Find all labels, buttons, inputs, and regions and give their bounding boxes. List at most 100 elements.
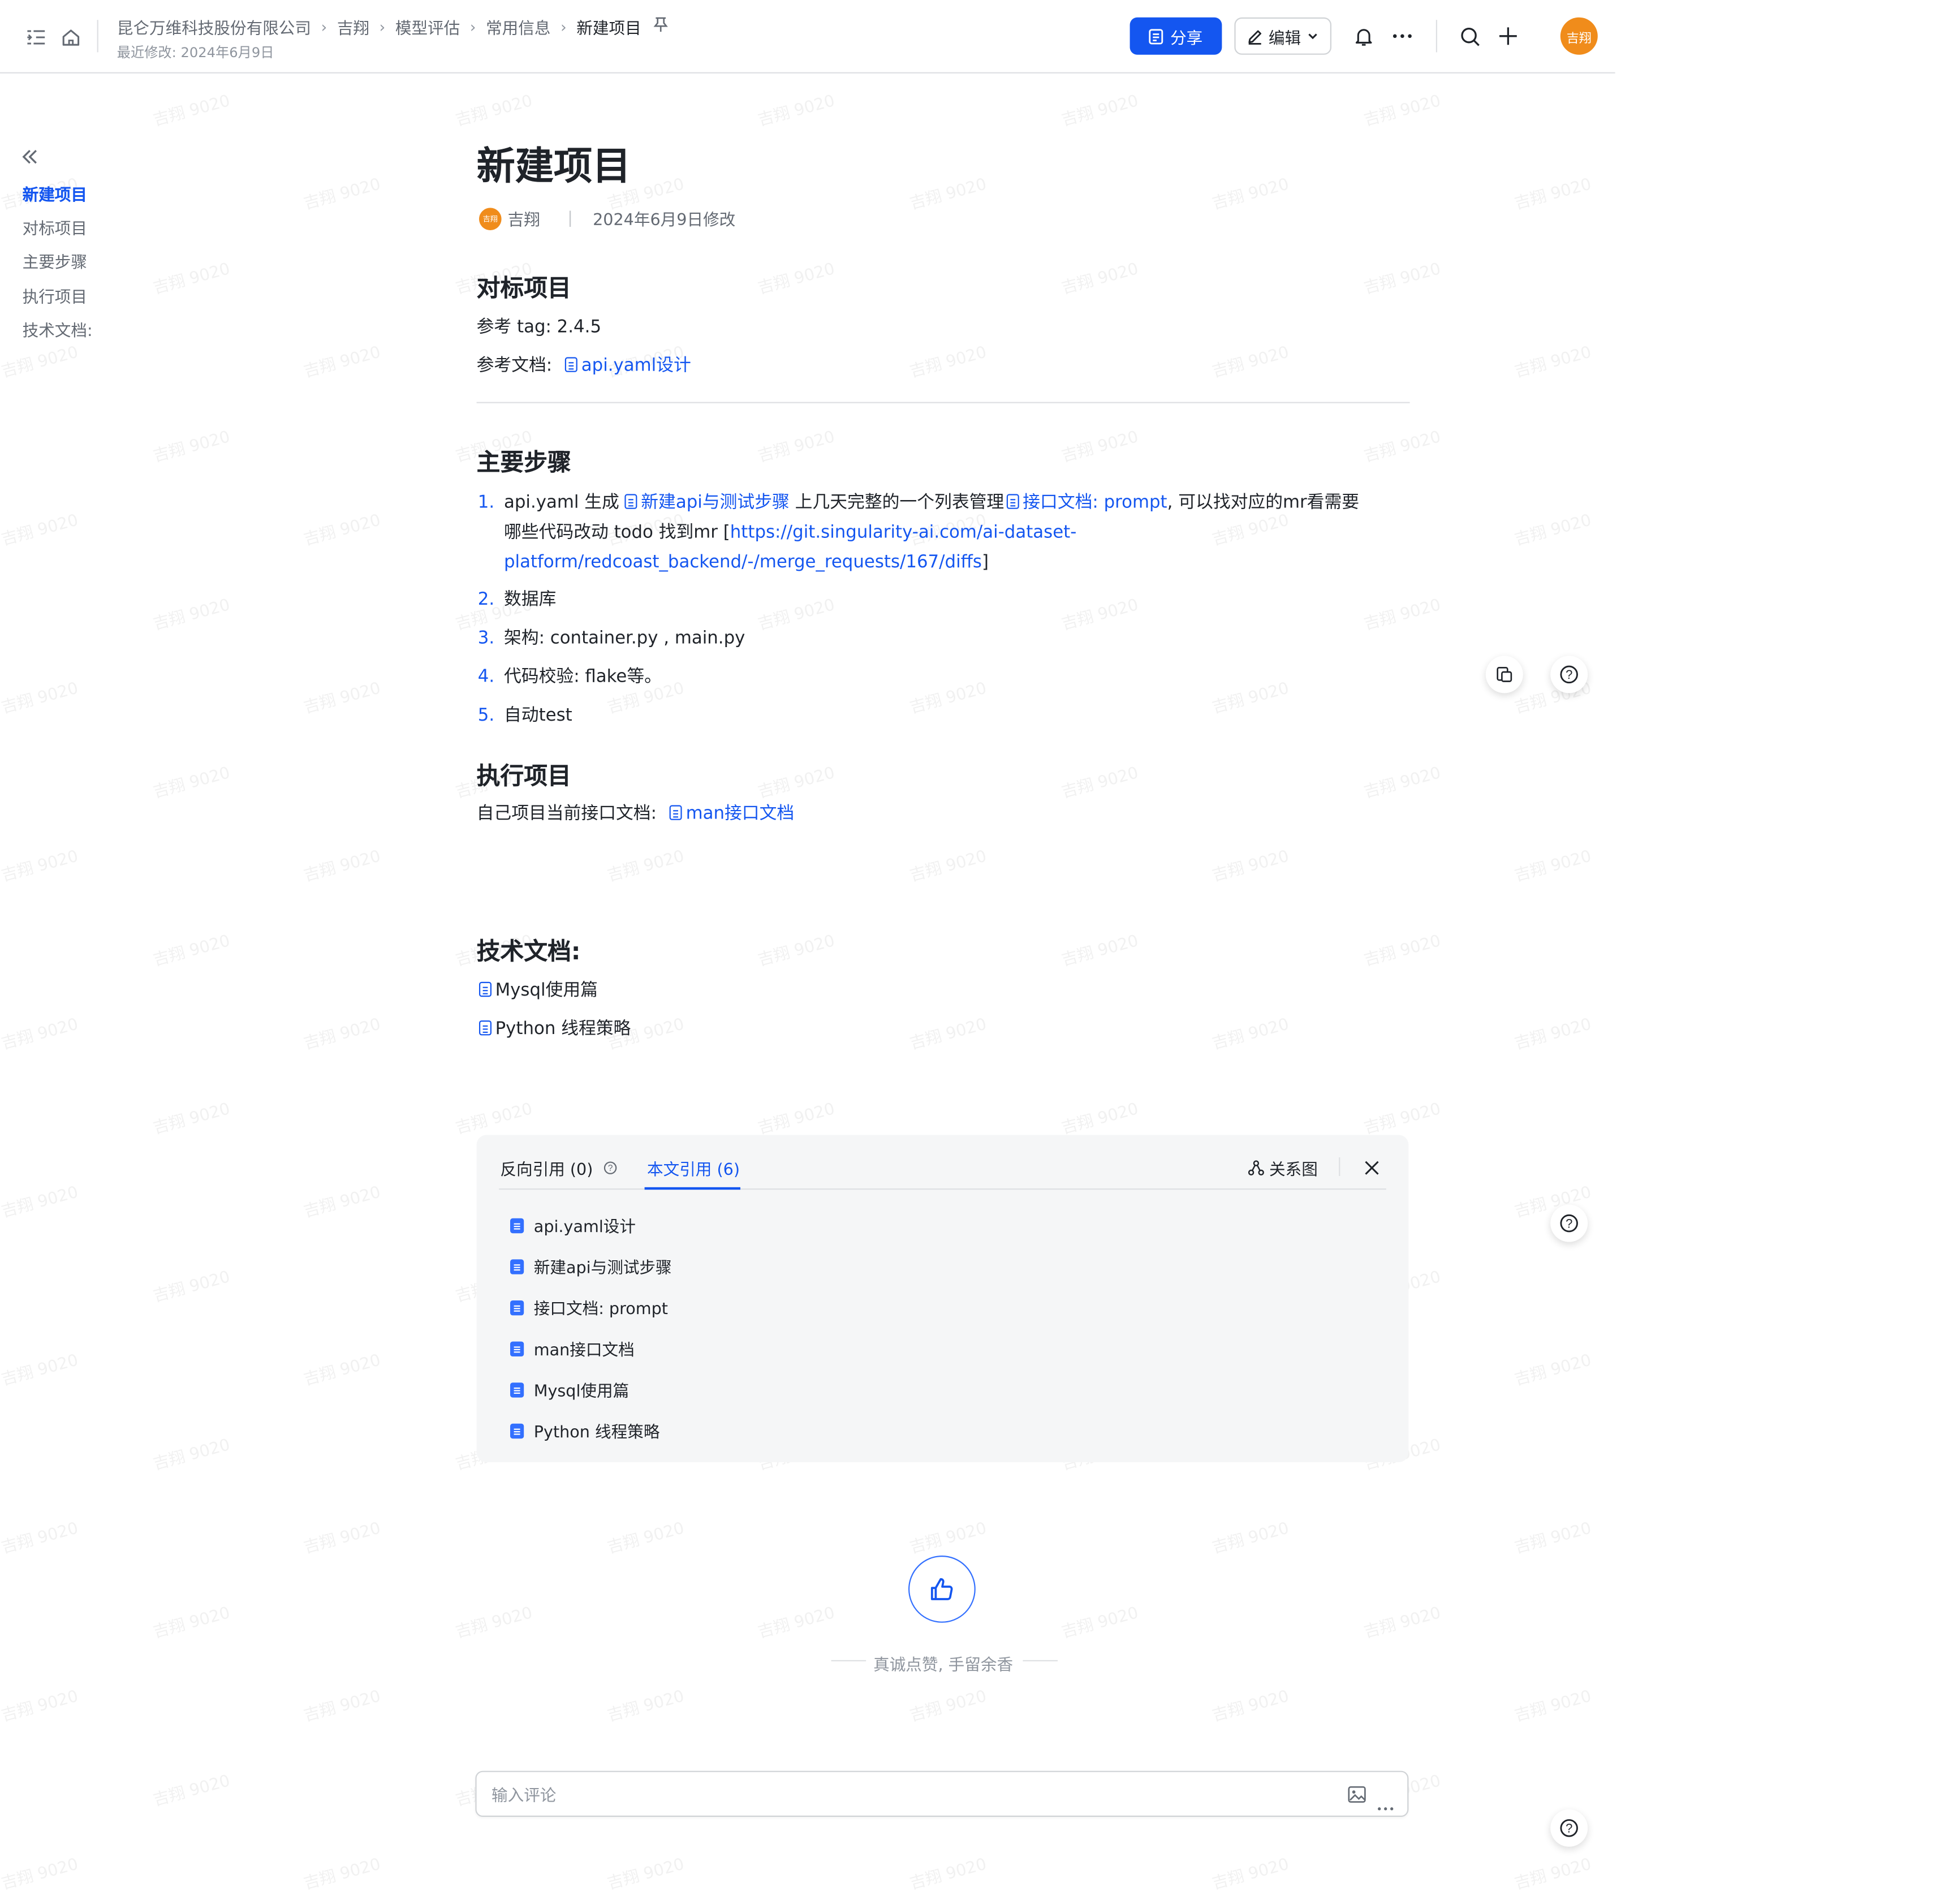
mr-url-link-cont[interactable]: platform/redcoast_backend/-/merge_reques… [504,553,982,572]
doc-icon [669,805,682,820]
page: 吉翔 9020 吉翔 9020 吉翔 9020 吉翔 9020 吉翔 9020 吉翔 90… [0,0,1940,1904]
doc-link-man-api[interactable]: man接口文档 [669,804,794,824]
ref-label: man接口文档 [533,1341,635,1360]
outline-toggle-icon[interactable] [23,24,50,51]
list-item[interactable]: 接口文档: prompt [510,1295,668,1319]
toc-item-exec[interactable]: 执行项目 [23,284,87,307]
copy-link-icon[interactable] [1485,656,1523,693]
step-text: ] [981,552,989,572]
doc-link-label: api.yaml设计 [581,356,691,376]
watermark-text: 吉翔 9020 [1512,511,1594,550]
ref-label: 新建api与测试步骤 [533,1259,672,1278]
watermark-text: 吉翔 9020 [0,1855,81,1894]
watermark-text: 吉翔 9020 [151,763,232,802]
doc-icon [1006,494,1019,509]
edit-button[interactable]: 编辑 [1234,17,1331,55]
chevron-right-icon: › [321,18,327,36]
author-avatar[interactable]: 吉翔 [479,207,502,230]
breadcrumb-item-subfolder[interactable]: 常用信息 [486,15,550,38]
references-panel: 反向引用 (0) ? 本文引用 (6) 关系图 api.yaml设计 新建api… [476,1135,1409,1462]
watermark-text: 吉翔 9020 [1362,91,1443,130]
help-icon[interactable]: ? [1550,1809,1588,1847]
watermark-text: 吉翔 9020 [756,1099,837,1138]
tab-backlinks[interactable]: 反向引用 (0) ? [500,1156,617,1180]
tab-outgoing-refs[interactable]: 本文引用 (6) [647,1156,740,1180]
doc-icon [510,1259,524,1274]
close-icon[interactable] [1364,1157,1380,1181]
svg-text:?: ? [1566,1216,1572,1230]
more-icon[interactable] [1377,1792,1394,1816]
breadcrumb-item-current: 新建项目 [576,20,641,39]
breadcrumb-item-space[interactable]: 吉翔 [337,15,369,38]
watermark-text: 吉翔 9020 [756,91,837,130]
divider [476,402,1410,403]
watermark-text: 吉翔 9020 [1210,1855,1291,1894]
list-item-text: 代码校验: flake等。 [504,667,662,687]
watermark-text: 吉翔 9020 [756,427,837,466]
ref-doc-label: 参考文档: [476,356,553,376]
doc-icon [510,1299,524,1315]
toc-item-steps[interactable]: 主要步骤 [23,249,87,273]
watermark-text: 吉翔 9020 [908,1015,989,1054]
comment-input[interactable] [489,1782,1316,1807]
relation-graph-button[interactable]: 关系图 [1248,1156,1318,1180]
doc-link-api-yaml[interactable]: api.yaml设计 [565,356,691,376]
tag-line: 参考 tag: 2.4.5 [477,315,601,340]
pin-icon[interactable] [654,16,669,37]
doc-icon [479,981,492,997]
toc-item-new-project[interactable]: 新建项目 [23,182,87,205]
breadcrumb-item-folder[interactable]: 模型评估 [395,15,460,38]
doc-icon [479,1020,492,1036]
doc-link-mysql[interactable]: Mysql使用篇 [479,978,598,1003]
mr-url-link[interactable]: https://git.singularity-ai.com/ai-datase… [730,523,1077,542]
edit-label: 编辑 [1268,29,1301,48]
toc-item-tech-docs[interactable]: 技术文档: [23,317,93,341]
help-icon[interactable]: ? [1550,656,1588,693]
watermark-text: 吉翔 9020 [1210,847,1291,886]
toc-item-benchmark[interactable]: 对标项目 [23,216,87,239]
like-button[interactable] [908,1556,976,1623]
doc-link-prompt[interactable]: 接口文档: prompt [1004,493,1167,512]
author-name[interactable]: 吉翔 [508,206,540,230]
home-icon[interactable] [57,24,84,51]
help-icon[interactable]: ? [603,1161,617,1175]
watermark-text: 吉翔 9020 [756,763,837,802]
svg-text:?: ? [607,1164,613,1173]
list-item[interactable]: 新建api与测试步骤 [510,1255,672,1278]
list-item[interactable]: Mysql使用篇 [510,1377,629,1401]
list-item[interactable]: api.yaml设计 [510,1213,636,1237]
graph-icon [1248,1160,1264,1176]
image-icon[interactable] [1348,1785,1366,1808]
doc-link-label: 接口文档: prompt [1023,493,1167,513]
share-button[interactable]: 分享 [1129,17,1222,55]
more-icon[interactable] [1389,23,1416,50]
watermark-text: 吉翔 9020 [0,679,81,718]
watermark-layer: 吉翔 9020 吉翔 9020 吉翔 9020 吉翔 9020 吉翔 9020 吉翔 90… [0,0,1940,1904]
collapse-toc-icon[interactable] [20,147,40,172]
plus-icon[interactable] [1494,23,1521,50]
doc-link-python[interactable]: Python 线程策略 [479,1016,631,1041]
watermark-text: 吉翔 9020 [1512,175,1594,214]
list-item[interactable]: man接口文档 [510,1337,635,1360]
help-icon[interactable]: ? [1550,1204,1588,1242]
watermark-text: 吉翔 9020 [1059,1603,1141,1642]
thumbs-up-icon [930,1578,953,1600]
watermark-text: 吉翔 9020 [151,1771,232,1810]
watermark-text: 吉翔 9020 [151,1435,232,1474]
watermark-text: 吉翔 9020 [301,175,383,214]
watermark-text: 吉翔 9020 [151,595,232,634]
step-text: 上几天完整的一个列表管理 [789,493,1005,513]
list-item[interactable]: Python 线程策略 [510,1419,659,1442]
bell-icon[interactable] [1350,23,1377,50]
watermark-text: 吉翔 9020 [908,175,989,214]
watermark-text: 吉翔 9020 [756,931,837,970]
search-icon[interactable] [1456,23,1483,50]
step-text: api.yaml 生成 [504,493,625,513]
divider [1435,20,1437,53]
doc-link-new-api[interactable]: 新建api与测试步骤 [624,493,790,512]
breadcrumb-item-company[interactable]: 昆仑万维科技股份有限公司 [117,15,311,38]
avatar[interactable]: 吉翔 [1560,17,1598,55]
ref-label: Mysql使用篇 [533,1382,630,1402]
watermark-text: 吉翔 9020 [1210,1015,1291,1054]
watermark-text: 吉翔 9020 [301,1183,383,1222]
